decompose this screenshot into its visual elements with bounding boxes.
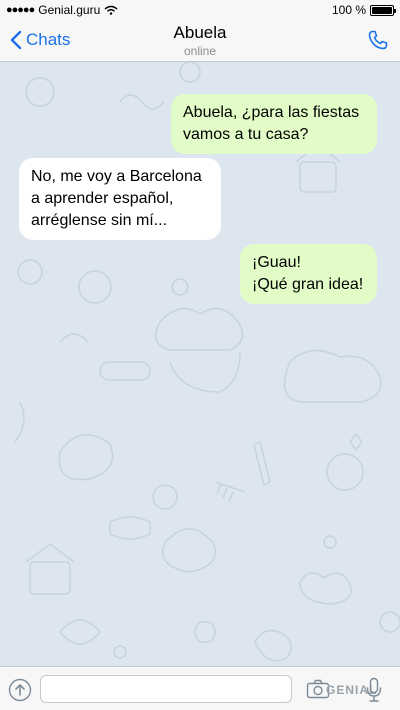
message-composer: GENIAL	[0, 666, 400, 710]
battery-icon	[370, 4, 396, 16]
battery-percentage: 100 %	[331, 3, 366, 17]
chat-area[interactable]: Abuela, ¿para las fiestas vamos a tu cas…	[0, 62, 400, 666]
back-label: Chats	[26, 30, 71, 49]
attach-icon[interactable]	[8, 678, 32, 702]
message-bubble-outgoing[interactable]: ¡Guau! ¡Qué gran idea!	[240, 244, 377, 304]
back-chevron-icon	[10, 30, 22, 50]
wifi-icon	[104, 5, 118, 15]
message-text-line: arréglense sin mí...	[31, 212, 168, 229]
message-text-line: a aprender español,	[31, 190, 174, 207]
message-text-line: ¡Guau!	[252, 254, 301, 271]
chat-header: Chats Abuela online	[0, 20, 400, 62]
message-text-line: No, me voy a Barcelona	[31, 168, 202, 185]
status-left: ●●●●● Genial.guru	[6, 3, 118, 17]
message-bubble-outgoing[interactable]: Abuela, ¿para las fiestas vamos a tu cas…	[171, 94, 377, 154]
signal-strength-icon: ●●●●●	[6, 4, 35, 16]
carrier-name: Genial.guru	[38, 3, 101, 17]
message-text-line: ¡Qué gran idea!	[252, 276, 364, 293]
status-bar: ●●●●● Genial.guru 100 %	[0, 0, 400, 20]
status-right: 100 %	[331, 3, 396, 17]
phone-icon[interactable]	[366, 28, 390, 52]
message-input[interactable]	[40, 675, 292, 703]
microphone-icon[interactable]	[366, 677, 382, 703]
back-button[interactable]: Chats	[10, 30, 70, 50]
message-bubble-incoming[interactable]: No, me voy a Barcelona a aprender españo…	[19, 158, 221, 240]
message-text-line: Abuela, ¿para las fiestas	[183, 104, 360, 121]
message-text-line: vamos a tu casa?	[183, 126, 309, 143]
